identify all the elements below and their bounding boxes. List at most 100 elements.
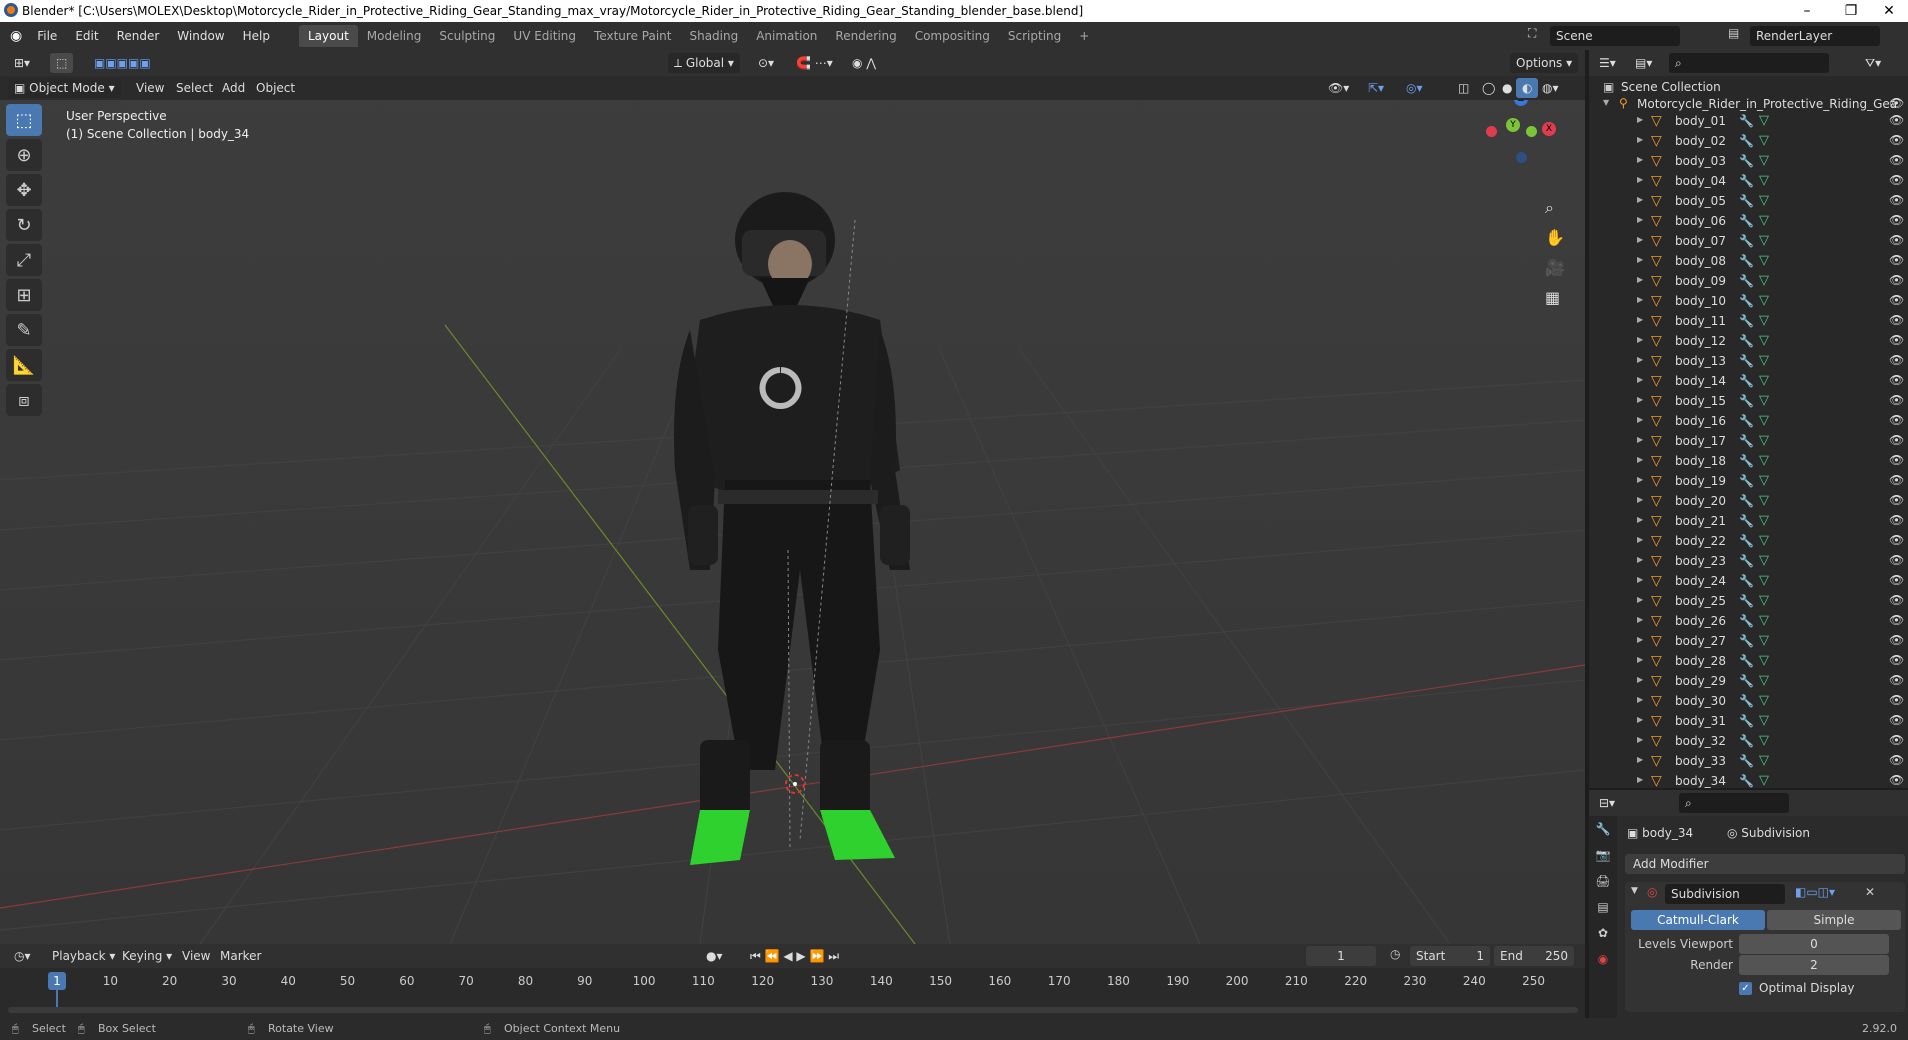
- tab-uv-editing[interactable]: UV Editing: [504, 25, 585, 47]
- modifier-wrench-icon[interactable]: 🔧: [1739, 514, 1754, 528]
- menu-edit[interactable]: Edit: [66, 25, 107, 47]
- eye-icon[interactable]: 👁: [1889, 253, 1904, 267]
- selection-modes-icon[interactable]: ▣▣▣▣▣: [88, 53, 157, 73]
- tab-compositing[interactable]: Compositing: [906, 25, 999, 47]
- modifier-wrench-icon[interactable]: 🔧: [1739, 654, 1754, 668]
- modifier-wrench-icon[interactable]: 🔧: [1739, 274, 1754, 288]
- gizmo-toggle-icon[interactable]: ⇱▾: [1362, 78, 1390, 98]
- cursor-tool-icon[interactable]: ⊕: [6, 139, 42, 171]
- expand-arrow-icon[interactable]: ▶: [1637, 515, 1643, 524]
- world-tab-icon[interactable]: ◉: [1589, 946, 1617, 972]
- eye-icon[interactable]: 👁: [1889, 493, 1904, 507]
- tab-shading[interactable]: Shading: [680, 25, 747, 47]
- navigation-gizmo[interactable]: Z X Y: [1480, 90, 1560, 170]
- menu-keying[interactable]: Keying ▾: [116, 946, 178, 966]
- outliner-item-body_13[interactable]: ▶ ▽ body_13 🔧 ▽ 👁: [1589, 352, 1908, 372]
- xray-icon[interactable]: ◫: [1452, 78, 1475, 98]
- pan-hand-icon[interactable]: ✋: [1545, 228, 1565, 247]
- expand-arrow-icon[interactable]: ▶: [1637, 495, 1643, 504]
- simple-button[interactable]: Simple: [1767, 910, 1901, 930]
- eye-icon[interactable]: 👁: [1889, 773, 1904, 787]
- modifier-wrench-icon[interactable]: 🔧: [1739, 674, 1754, 688]
- outliner-item-body_17[interactable]: ▶ ▽ body_17 🔧 ▽ 👁: [1589, 432, 1908, 452]
- mesh-data-icon[interactable]: ▽: [1759, 493, 1769, 508]
- visibility-icon[interactable]: 👁▾: [1322, 78, 1355, 98]
- outliner-item-body_16[interactable]: ▶ ▽ body_16 🔧 ▽ 👁: [1589, 412, 1908, 432]
- mesh-data-icon[interactable]: ▽: [1759, 433, 1769, 448]
- mesh-data-icon[interactable]: ▽: [1759, 573, 1769, 588]
- 3d-viewport[interactable]: User Perspective (1) Scene Collection | …: [0, 50, 1585, 944]
- output-tab-icon[interactable]: 🖨: [1589, 868, 1617, 894]
- outliner-editor-icon[interactable]: ☰▾: [1593, 53, 1622, 73]
- menu-render[interactable]: Render: [108, 25, 169, 47]
- record-icon[interactable]: ●▾: [700, 946, 729, 966]
- eye-icon[interactable]: 👁: [1889, 96, 1904, 110]
- mesh-data-icon[interactable]: ▽: [1759, 393, 1769, 408]
- outliner-item-body_08[interactable]: ▶ ▽ body_08 🔧 ▽ 👁: [1589, 252, 1908, 272]
- mesh-data-icon[interactable]: ▽: [1759, 193, 1769, 208]
- mesh-data-icon[interactable]: ▽: [1759, 453, 1769, 468]
- modifier-wrench-icon[interactable]: 🔧: [1739, 714, 1754, 728]
- eye-icon[interactable]: 👁: [1889, 153, 1904, 167]
- outliner-item-body_24[interactable]: ▶ ▽ body_24 🔧 ▽ 👁: [1589, 572, 1908, 592]
- eye-icon[interactable]: 👁: [1889, 633, 1904, 647]
- filter-icon[interactable]: ⛛▾: [1859, 53, 1887, 73]
- mesh-data-icon[interactable]: ▽: [1759, 253, 1769, 268]
- modifier-wrench-icon[interactable]: 🔧: [1739, 474, 1754, 488]
- modifier-wrench-icon[interactable]: 🔧: [1739, 694, 1754, 708]
- modifier-wrench-icon[interactable]: 🔧: [1739, 174, 1754, 188]
- timeline-scrollbar[interactable]: [8, 1007, 1578, 1013]
- transform-tool-icon[interactable]: ⊞: [6, 279, 42, 311]
- blender-menu-icon[interactable]: ◉: [10, 28, 22, 44]
- eye-icon[interactable]: 👁: [1889, 113, 1904, 127]
- eye-icon[interactable]: 👁: [1889, 673, 1904, 687]
- eye-icon[interactable]: 👁: [1889, 373, 1904, 387]
- view-layer-tab-icon[interactable]: ▤: [1589, 894, 1617, 920]
- outliner-item-body_01[interactable]: ▶ ▽ body_01 🔧 ▽ 👁: [1589, 112, 1908, 132]
- move-tool-icon[interactable]: ✥: [6, 174, 42, 206]
- outliner-item-body_30[interactable]: ▶ ▽ body_30 🔧 ▽ 👁: [1589, 692, 1908, 712]
- expand-arrow-icon[interactable]: ▶: [1637, 155, 1643, 164]
- tab-scripting[interactable]: Scripting: [999, 25, 1070, 47]
- menu-select[interactable]: Select: [170, 78, 219, 98]
- mesh-data-icon[interactable]: ▽: [1759, 213, 1769, 228]
- eye-icon[interactable]: 👁: [1889, 713, 1904, 727]
- tab-modeling[interactable]: Modeling: [358, 25, 431, 47]
- eye-icon[interactable]: 👁: [1889, 333, 1904, 347]
- menu-view[interactable]: View: [130, 78, 170, 98]
- outliner-item-body_18[interactable]: ▶ ▽ body_18 🔧 ▽ 👁: [1589, 452, 1908, 472]
- expand-arrow-icon[interactable]: ▶: [1637, 395, 1643, 404]
- gizmo-neg-y[interactable]: [1526, 126, 1537, 137]
- outliner-item-body_15[interactable]: ▶ ▽ body_15 🔧 ▽ 👁: [1589, 392, 1908, 412]
- select-box-tool-icon[interactable]: ⬚: [6, 104, 42, 136]
- tab-layout[interactable]: Layout: [298, 25, 358, 47]
- options-dropdown[interactable]: Options ▾: [1510, 53, 1579, 73]
- expand-arrow-icon[interactable]: ▶: [1637, 475, 1643, 484]
- add-cube-tool-icon[interactable]: ⧈: [6, 384, 42, 416]
- mesh-data-icon[interactable]: ▽: [1759, 233, 1769, 248]
- outliner-item-body_27[interactable]: ▶ ▽ body_27 🔧 ▽ 👁: [1589, 632, 1908, 652]
- expand-arrow-icon[interactable]: ▶: [1637, 615, 1643, 624]
- outliner-item-body_05[interactable]: ▶ ▽ body_05 🔧 ▽ 👁: [1589, 192, 1908, 212]
- expand-arrow-icon[interactable]: ▶: [1637, 575, 1643, 584]
- mesh-data-icon[interactable]: ▽: [1759, 693, 1769, 708]
- ortho-grid-icon[interactable]: ▦: [1545, 288, 1560, 307]
- expand-arrow-icon[interactable]: ▶: [1637, 175, 1643, 184]
- eye-icon[interactable]: 👁: [1889, 693, 1904, 707]
- outliner-item-body_20[interactable]: ▶ ▽ body_20 🔧 ▽ 👁: [1589, 492, 1908, 512]
- proportional-edit-icon[interactable]: ◉ ⋀: [846, 53, 882, 73]
- current-frame-field[interactable]: 1: [1306, 946, 1376, 966]
- properties-search-input[interactable]: ⌕: [1679, 793, 1789, 813]
- expand-arrow-icon[interactable]: ▶: [1637, 715, 1643, 724]
- mesh-data-icon[interactable]: ▽: [1759, 173, 1769, 188]
- scale-tool-icon[interactable]: ⤢: [6, 244, 42, 276]
- outliner-item-body_28[interactable]: ▶ ▽ body_28 🔧 ▽ 👁: [1589, 652, 1908, 672]
- modifier-wrench-icon[interactable]: 🔧: [1739, 114, 1754, 128]
- tab-rendering[interactable]: Rendering: [826, 25, 905, 47]
- mesh-data-icon[interactable]: ▽: [1759, 733, 1769, 748]
- outliner-item-body_06[interactable]: ▶ ▽ body_06 🔧 ▽ 👁: [1589, 212, 1908, 232]
- eye-icon[interactable]: 👁: [1889, 293, 1904, 307]
- modifier-wrench-icon[interactable]: 🔧: [1739, 394, 1754, 408]
- add-modifier-button[interactable]: Add Modifier: [1625, 854, 1905, 874]
- outliner-item-body_10[interactable]: ▶ ▽ body_10 🔧 ▽ 👁: [1589, 292, 1908, 312]
